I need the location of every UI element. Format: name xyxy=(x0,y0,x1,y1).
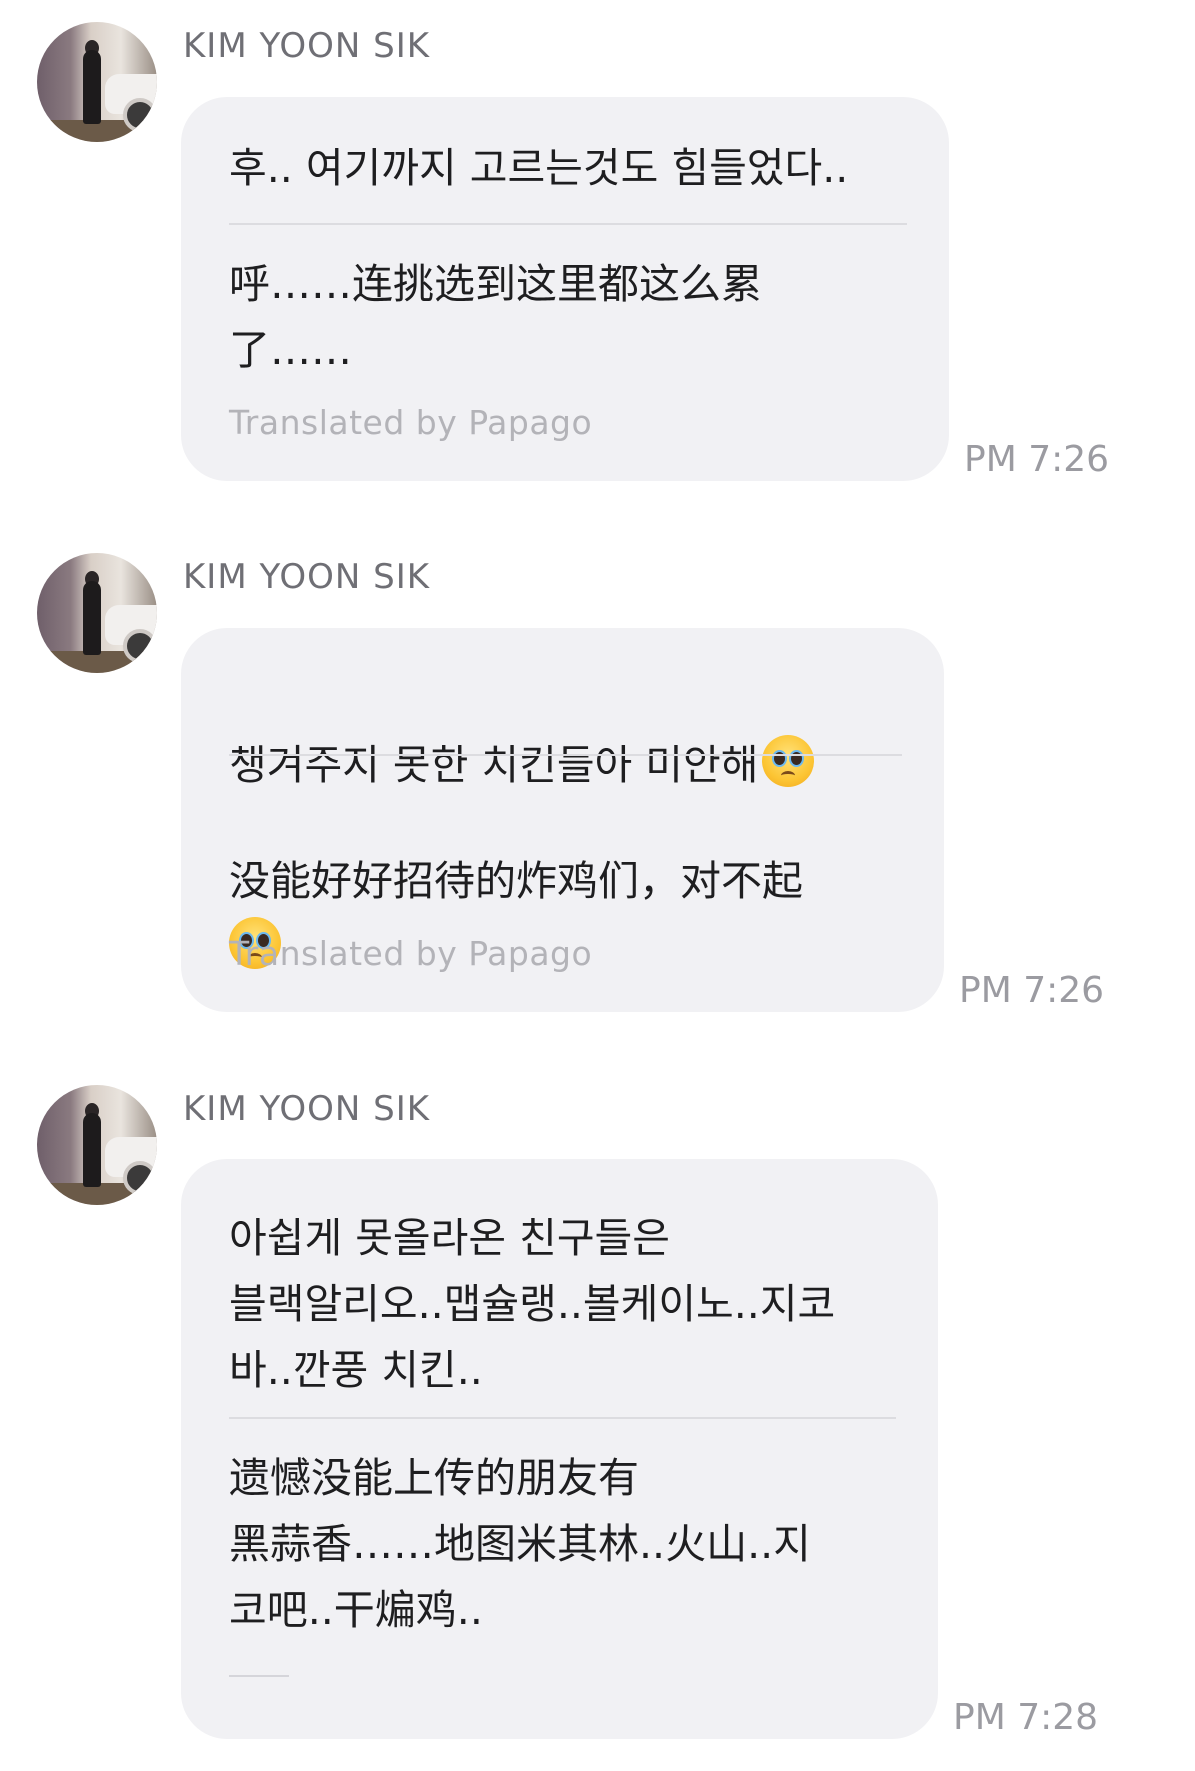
translated-by-label: Translated by Papago xyxy=(229,403,593,442)
sender-name: KIM YOON SIK xyxy=(183,26,431,66)
sender-name: KIM YOON SIK xyxy=(183,557,431,597)
message-time: PM 7:28 xyxy=(953,1697,1099,1738)
translated-text-content: 没能好好招待的炸鸡们，对不起 xyxy=(229,857,803,905)
divider xyxy=(229,754,902,756)
translated-by-label: Translated by Papago xyxy=(229,934,593,973)
original-text: 아쉽게 못올라온 친구들은 블랙알리오..맵슐랭..볼케이노..지코 바..깐풍… xyxy=(229,1214,836,1394)
divider xyxy=(229,223,907,225)
message-time: PM 7:26 xyxy=(964,439,1110,480)
sender-avatar[interactable] xyxy=(37,553,157,673)
divider xyxy=(229,1417,896,1419)
message-bubble[interactable]: 아쉽게 못올라온 친구들은 블랙알리오..맵슐랭..볼케이노..지코 바..깐풍… xyxy=(181,1159,938,1739)
pleading-face-emoji-icon xyxy=(762,735,815,787)
sender-avatar[interactable] xyxy=(37,1085,157,1205)
sender-avatar[interactable] xyxy=(37,22,157,142)
original-text: 후.. 여기까지 고르는것도 힘들었다.. xyxy=(229,144,849,192)
loading-divider xyxy=(229,1675,289,1677)
message-time: PM 7:26 xyxy=(959,970,1105,1011)
message-bubble[interactable]: 후.. 여기까지 고르는것도 힘들었다.. 呼……连挑选到这里都这么累 了…… … xyxy=(181,97,949,481)
message-bubble[interactable]: 챙겨주지 못한 치킨들아 미안해 没能好好招待的炸鸡们，对不起 Translat… xyxy=(181,628,944,1012)
sender-name: KIM YOON SIK xyxy=(183,1089,431,1129)
translated-text: 遗憾没能上传的朋友有 黑蒜香……地图米其林..火山..지 코吧..干煸鸡.. xyxy=(229,1454,811,1634)
original-text: 챙겨주지 못한 치킨들아 미안해 xyxy=(229,666,902,798)
translated-text: 呼……连挑选到这里都这么累 了…… xyxy=(229,260,762,374)
